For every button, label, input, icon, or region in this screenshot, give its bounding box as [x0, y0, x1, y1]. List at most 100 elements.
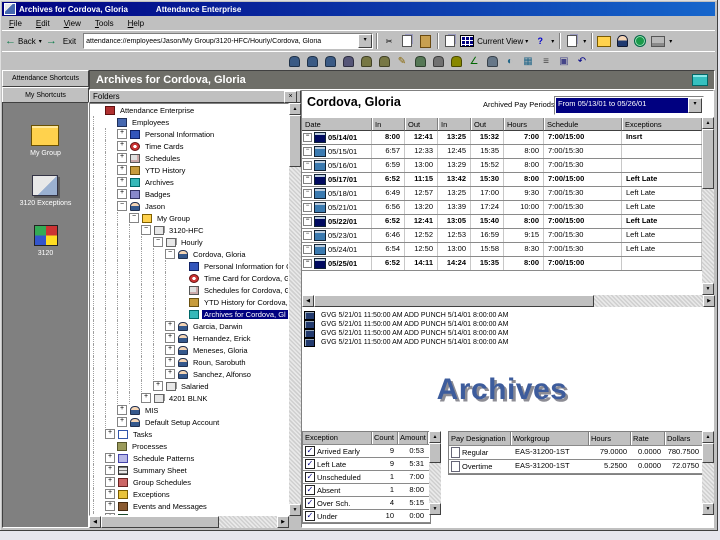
event-log-row[interactable]: GVG 5/21/01 11:50:00 AM ADD PUNCH 5/14/0… — [304, 311, 689, 320]
expand-icon[interactable]: + — [165, 357, 175, 367]
shortcut-3120[interactable]: 3120 — [33, 225, 58, 257]
event-log-row[interactable]: GVG 5/21/01 11:50:00 AM ADD PUNCH 5/14/0… — [304, 338, 689, 347]
checkbox-checked-icon[interactable]: ✓ — [305, 446, 315, 456]
tree-item-label[interactable]: Schedules — [143, 154, 182, 163]
checkbox-checked-icon[interactable]: ✓ — [305, 498, 315, 508]
scroll-down-icon[interactable]: ▼ — [702, 503, 714, 515]
tree-vertical-scrollbar[interactable]: ▲ ▼ — [289, 103, 301, 516]
new-page-icon[interactable] — [564, 33, 580, 49]
timecard-row[interactable]: − 05/15/01 6:57 12:33 12:45 15:35 8:00 7:00/15:… — [302, 145, 702, 159]
footsteps-icon[interactable] — [430, 54, 446, 69]
tree-item-label[interactable]: Summary Sheet — [131, 466, 189, 475]
tree-item-label[interactable]: Processes — [130, 442, 169, 451]
tree-item-label[interactable]: Exceptions — [131, 490, 172, 499]
employee-icon[interactable] — [304, 54, 320, 69]
timecard-column-out[interactable]: Out — [471, 118, 504, 131]
tree-item-label[interactable]: Sanchez, Alfonso — [191, 370, 253, 379]
pay-column-pay-designation[interactable]: Pay Designation — [449, 432, 511, 445]
expand-icon[interactable]: + — [141, 393, 151, 403]
scroll-down-icon[interactable]: ▼ — [429, 503, 441, 515]
tree-item-label[interactable]: Badges — [143, 190, 172, 199]
timecard-row[interactable]: − 05/14/01 8:00 12:41 13:25 15:32 7:00 7:00/15:… — [302, 131, 702, 145]
timecard-column-schedule[interactable]: Schedule — [544, 118, 622, 131]
pie-chart-icon[interactable]: ◐ — [502, 54, 518, 69]
exception-row[interactable]: ✓ Arrived Early 9 0:53 — [303, 445, 430, 458]
help-dropdown-icon[interactable]: ▾ — [551, 38, 554, 45]
timecard-row[interactable]: − 05/16/01 6:59 13:00 13:29 15:52 8:00 7:00/15:… — [302, 159, 702, 173]
tree-item-label[interactable]: Default Setup Account — [143, 418, 221, 427]
tree-item-label[interactable]: Employees — [130, 118, 171, 127]
tree-hscroll-thumb[interactable] — [101, 516, 219, 528]
collapse-icon[interactable]: − — [165, 249, 175, 259]
collapse-icon[interactable]: − — [129, 213, 139, 223]
timecard-column-exceptions[interactable]: Exceptions — [622, 118, 702, 131]
exit-button[interactable]: Exit — [63, 37, 76, 46]
row-collapse-icon[interactable]: − — [303, 217, 312, 226]
expand-icon[interactable]: + — [117, 177, 127, 187]
timecard-row[interactable]: − 05/24/01 6:54 12:50 13:00 15:58 8:30 7:00/15:… — [302, 243, 702, 257]
tree-item-label[interactable]: Time Card for Cordova, G — [202, 274, 288, 283]
assign-employee-icon[interactable] — [340, 54, 356, 69]
timecard-row[interactable]: − 05/21/01 6:56 13:20 13:39 17:24 10:00 7:00/15… — [302, 201, 702, 215]
tree-item-label[interactable]: Salaried — [179, 382, 211, 391]
user-icon[interactable] — [614, 33, 630, 49]
exception-row[interactable]: ✓ Unscheduled 1 7:00 — [303, 471, 430, 484]
scroll-right-icon[interactable]: ▶ — [277, 516, 289, 528]
globe-icon[interactable] — [632, 33, 648, 49]
pay-column-rate[interactable]: Rate — [631, 432, 665, 445]
tree-item-label[interactable]: YTD History for Cordova, — [202, 298, 288, 307]
scroll-up-icon[interactable]: ▲ — [702, 117, 714, 129]
scroll-up-icon[interactable]: ▲ — [702, 431, 714, 443]
tree-item-label[interactable]: Jason — [143, 202, 167, 211]
timecard-row[interactable]: − 05/17/01 6:52 11:15 13:42 15:30 8:00 7:00/15:… — [302, 173, 702, 187]
new-page-dropdown-icon[interactable]: ▾ — [583, 38, 586, 45]
checkbox-checked-icon[interactable]: ✓ — [305, 459, 315, 469]
cut-icon[interactable]: ✂ — [381, 33, 397, 49]
tree-item-label[interactable]: MIS — [143, 406, 160, 415]
pay-row[interactable]: Overtime EAS-31200-1ST 5.2500 0.0000 72.0750 — [449, 460, 703, 474]
expand-icon[interactable]: + — [117, 165, 127, 175]
tree-item-label[interactable]: Garcia, Darwin — [191, 322, 245, 331]
tree-item-label[interactable]: Roun, Sarobuth — [191, 358, 248, 367]
stamp-icon[interactable] — [484, 54, 500, 69]
checkbox-checked-icon[interactable]: ✓ — [305, 485, 315, 495]
timecard-hscroll-thumb[interactable] — [314, 295, 594, 307]
timecard-row[interactable]: − 05/18/01 6:49 12:57 13:25 17:00 9:30 7:00/15:… — [302, 187, 702, 201]
collapse-icon[interactable]: − — [141, 225, 151, 235]
timecard-horizontal-scrollbar[interactable]: ◀ ▶ — [302, 295, 715, 307]
expand-icon[interactable]: + — [105, 477, 115, 487]
checkbox-checked-icon[interactable]: ✓ — [305, 511, 315, 521]
tree-item-label[interactable]: Schedule Patterns — [131, 454, 196, 463]
properties-icon[interactable] — [442, 33, 458, 49]
row-collapse-icon[interactable]: − — [303, 245, 312, 254]
tree-item-label[interactable]: YTD History — [143, 166, 187, 175]
current-view-button[interactable]: Current View ▾ — [460, 33, 530, 49]
expand-icon[interactable]: + — [105, 453, 115, 463]
expand-icon[interactable]: + — [105, 489, 115, 499]
timecard-scroll-thumb[interactable] — [702, 129, 714, 189]
pay-period-dropdown[interactable]: From 05/13/01 to 05/26/01 ▾ — [554, 96, 704, 115]
expand-icon[interactable]: + — [165, 333, 175, 343]
tree-item-label[interactable]: Archives — [143, 178, 176, 187]
menu-edit[interactable]: Edit — [29, 19, 57, 28]
tree-item-label[interactable]: 4201 BLNK — [167, 394, 209, 403]
scroll-right-icon[interactable]: ▶ — [703, 295, 715, 307]
tree-item-label[interactable]: Meneses, Gloria — [191, 346, 250, 355]
pay-row[interactable]: Regular EAS-31200-1ST 79.0000 0.0000 780.750… — [449, 446, 703, 460]
expand-icon[interactable]: + — [105, 429, 115, 439]
row-collapse-icon[interactable]: − — [303, 231, 312, 240]
expand-icon[interactable]: + — [105, 465, 115, 475]
menu-help[interactable]: Help — [121, 19, 151, 28]
timecard-column-out[interactable]: Out — [405, 118, 438, 131]
summary-lines-icon[interactable]: ≡ — [538, 54, 554, 69]
timecard-column-hours[interactable]: Hours — [504, 118, 544, 131]
scroll-up-icon[interactable]: ▲ — [429, 431, 441, 443]
timecard-column-in[interactable]: In — [372, 118, 405, 131]
schedule-employee-icon[interactable] — [358, 54, 374, 69]
expand-icon[interactable]: + — [117, 141, 127, 151]
event-log-row[interactable]: GVG 5/21/01 11:50:00 AM ADD PUNCH 5/14/0… — [304, 329, 689, 338]
tree-item-label[interactable]: Personal Information — [143, 130, 216, 139]
expand-icon[interactable]: + — [117, 417, 127, 427]
tree-item-label[interactable]: Hourly — [179, 238, 205, 247]
tree-horizontal-scrollbar[interactable]: ◀ ▶ — [89, 516, 289, 528]
